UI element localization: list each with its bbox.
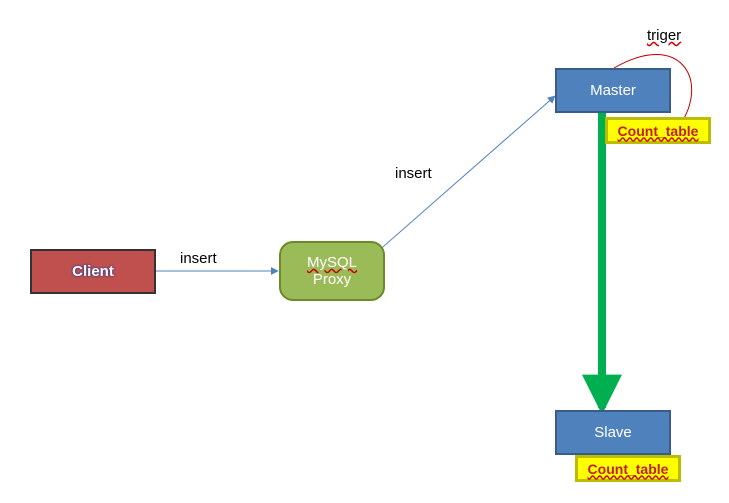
mysql-proxy-label-top: MySQL [307, 254, 357, 271]
master-label: Master [590, 82, 636, 99]
edge-label-client-proxy: insert [180, 250, 217, 267]
count-table-master: Count_table [605, 117, 711, 144]
mysql-proxy-label-bottom: Proxy [313, 271, 351, 288]
edge-label-trigger-text: triger [647, 27, 681, 44]
client-label: Client [72, 263, 114, 280]
edge-label-client-proxy-text: insert [180, 250, 217, 267]
master-node: Master [555, 68, 671, 113]
slave-label: Slave [594, 424, 632, 441]
diagram-stage: Count_table Count_table Client MySQL Pro… [0, 0, 729, 503]
client-node: Client [30, 249, 156, 294]
edge-label-proxy-master: insert [395, 165, 432, 182]
slave-node: Slave [555, 410, 671, 455]
mysql-proxy-node: MySQL Proxy [279, 241, 385, 301]
count-table-slave-label: Count_table [588, 461, 669, 477]
mysql-proxy-label: MySQL Proxy [307, 254, 357, 289]
edge-label-proxy-master-text: insert [395, 165, 432, 182]
edge-label-trigger: triger [647, 27, 681, 44]
count-table-slave: Count_table [575, 455, 681, 482]
count-table-master-label: Count_table [618, 123, 699, 139]
